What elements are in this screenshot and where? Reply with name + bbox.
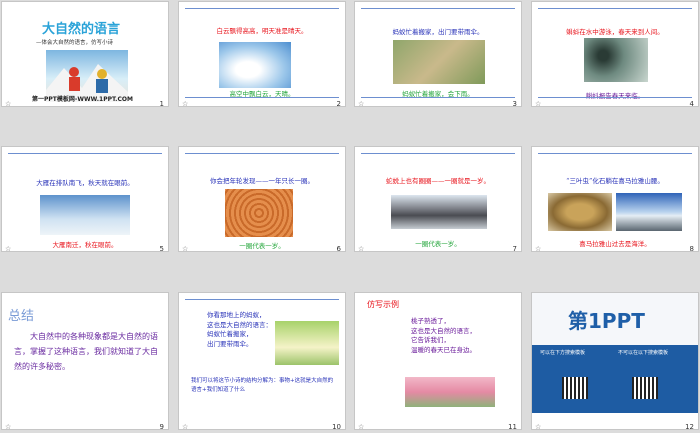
search-hint-right: 不可以在以下搜索模板 (618, 350, 669, 356)
poem-line: 这也是大自然的语言， (411, 326, 476, 335)
slide-thumbnail-10[interactable]: 你看那地上的蚂蚁， 这也是大自然的语言： 蚂蚁忙着搬家， 出门要带雨伞。 我们可… (178, 292, 346, 430)
slide-number: 9 (159, 423, 164, 430)
poem-lines: 你看那地上的蚂蚁， 这也是大自然的语言： 蚂蚁忙着搬家， 出门要带雨伞。 (207, 311, 272, 349)
slide-number: 10 (332, 423, 341, 430)
peach-blossom-image (405, 377, 495, 407)
star-icon: ☆ (5, 423, 12, 430)
slide-text-line1: 白云飘得高高，明天准是晴天。 (216, 27, 308, 35)
star-icon: ☆ (358, 245, 365, 252)
slide-thumbnail-11[interactable]: 仿写示例 桃子熟透了， 这也是大自然的语言， 它告诉我们， 温暖的春天已在身边。… (354, 292, 522, 430)
slide-thumbnail-2[interactable]: 白云飘得高高，明天准是晴天。 高空中飘白云，天晴。 ☆ 2 (178, 1, 346, 107)
brand-logo: 第1PPT (568, 309, 645, 333)
slide-number: 3 (512, 100, 517, 107)
slide-title: 大自然的语言 (42, 22, 121, 37)
slide-thumbnail-6[interactable]: 你会把年轮发现——一年只长一圈。 一圈代表一岁。 ☆ 6 (178, 146, 346, 252)
slide-text-line1: 蝌蚪在水中游泳，春天来到人间。 (566, 28, 664, 36)
slide-text-line1: 蛇蜕上也有圈圈——一圈就是一岁。 (386, 177, 490, 185)
slide-thumbnail-5[interactable]: 大雁在排队南飞，秋天就在眼前。 大雁南迁，秋在眼前。 ☆ 5 (1, 146, 169, 252)
slide-thumbnail-1[interactable]: 大自然的语言 —体会大自然的语言，仿写小诗 第一PPT模板网-WWW.1PPT.… (1, 1, 169, 107)
structure-caption: 我们可以将这节小诗的结构分解为：事物+这就是大自然的语言+我们知道了什么 (191, 378, 334, 393)
ants-image (393, 40, 485, 84)
tadpoles-image (584, 38, 648, 82)
tree-rings-image (225, 189, 293, 237)
slide-text-line2: 大雁南迁，秋在眼前。 (52, 241, 118, 249)
himalaya-mountain-image (616, 193, 682, 231)
qr-code-right (632, 377, 658, 399)
star-icon: ☆ (535, 245, 542, 252)
slide-text-line2: 喜马拉雅山过去是海洋。 (579, 240, 651, 248)
slide-text-line1: 大雁在排队南飞，秋天就在眼前。 (36, 179, 134, 187)
slide-text-line1: 蚂蚁忙着搬家，出门要带雨伞。 (392, 28, 484, 36)
qr-code-left (562, 377, 588, 399)
snake-skin-image (391, 195, 487, 229)
trilobite-fossil-image (548, 193, 612, 231)
poem-line: 桃子熟透了， (411, 317, 450, 325)
search-hint-left: 可以在下方搜索模板 (540, 350, 586, 356)
wild-geese-image (40, 195, 130, 235)
poem-line: 这也是大自然的语言： (207, 320, 272, 329)
child-watching-ants-image (275, 321, 339, 365)
slide-number: 6 (336, 245, 341, 252)
slide-heading: 总结 (8, 309, 35, 324)
slide-text-line1: “三叶虫”化石躺在喜马拉雅山腰。 (566, 177, 664, 185)
slide-thumbnail-9[interactable]: 总结 大自然中的各种现象都是大自然的语言，掌握了这种语言，我们就知道了大自然的许… (1, 292, 169, 430)
slide-text-line1: 你会把年轮发现——一年只长一圈。 (210, 177, 314, 185)
slide-number: 7 (512, 245, 517, 252)
poem-line: 温暖的春天已在身边。 (411, 345, 476, 354)
slide-body-text: 大自然中的各种现象都是大自然的语言，掌握了这种语言，我们就知道了大自然的许多秘密… (14, 332, 158, 371)
poem-line: 出门要带雨伞。 (207, 339, 253, 348)
sky-clouds-image (219, 42, 291, 88)
slide-subtitle: —体会大自然的语言，仿写小诗 (36, 40, 114, 46)
slide-thumbnail-4[interactable]: 蝌蚪在水中游泳，春天来到人间。 蝌蚪报告春天来临。 ☆ 4 (531, 1, 699, 107)
poem-lines: 桃子熟透了， 这也是大自然的语言， 它告诉我们， 温暖的春天已在身边。 (411, 317, 476, 355)
slide-number: 8 (689, 245, 694, 252)
slide-number: 11 (508, 423, 517, 430)
slide-thumbnail-3[interactable]: 蚂蚁忙着搬家，出门要带雨伞。 蚂蚁忙着搬家，会下雨。 ☆ 3 (354, 1, 522, 107)
slide-footer-text: 第一PPT模板网-WWW.1PPT.COM (32, 96, 133, 103)
star-icon: ☆ (535, 423, 542, 430)
star-icon: ☆ (182, 245, 189, 252)
star-icon: ☆ (182, 100, 189, 107)
slide-heading: 仿写示例 (367, 300, 399, 309)
poem-line: 它告诉我们， (411, 336, 450, 344)
star-icon: ☆ (358, 100, 365, 107)
star-icon: ☆ (5, 245, 12, 252)
star-icon: ☆ (358, 423, 365, 430)
poem-line: 你看那地上的蚂蚁， (207, 311, 266, 319)
slide-number: 12 (685, 423, 694, 430)
slide-number: 5 (159, 245, 164, 252)
slide-number: 2 (336, 100, 341, 107)
slide-number: 4 (689, 100, 694, 107)
poem-line: 蚂蚁忙着搬家， (207, 330, 253, 338)
slide-thumbnail-7[interactable]: 蛇蜕上也有圈圈——一圈就是一岁。 一圈代表一岁。 ☆ 7 (354, 146, 522, 252)
slide-text-line2: 一圈代表一岁。 (239, 242, 285, 250)
slide-thumbnail-12[interactable]: 第1PPT 可以在下方搜索模板 不可以在以下搜索模板 ☆ 12 (531, 292, 699, 430)
slide-thumbnail-8[interactable]: “三叶虫”化石躺在喜马拉雅山腰。 喜马拉雅山过去是海洋。 ☆ 8 (531, 146, 699, 252)
star-icon: ☆ (182, 423, 189, 430)
slide-text-line2: 一圈代表一岁。 (415, 240, 461, 248)
star-icon: ☆ (5, 100, 12, 107)
slide-number: 1 (159, 100, 164, 107)
star-icon: ☆ (535, 100, 542, 107)
